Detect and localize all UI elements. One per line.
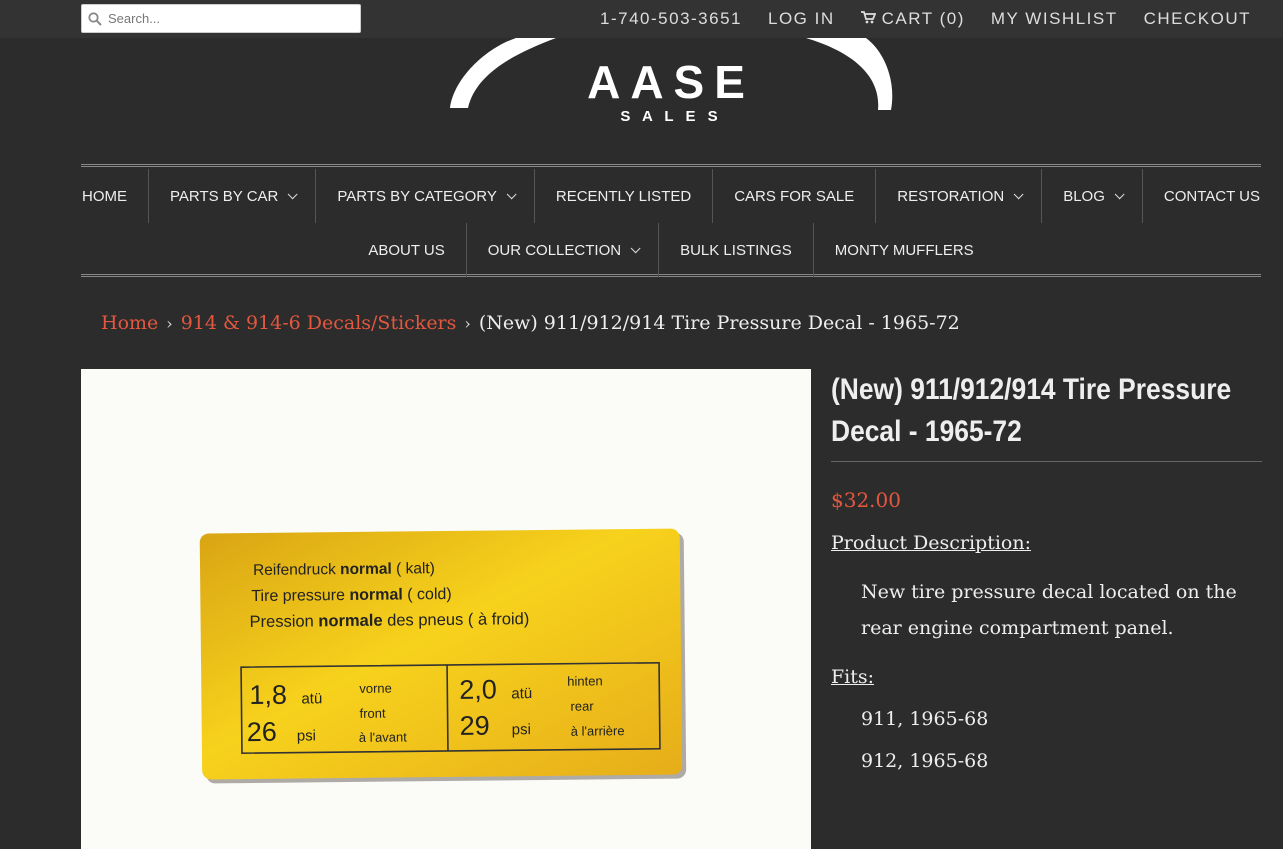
- nav-item-label: BLOG: [1063, 187, 1105, 205]
- svg-text:Tire pressure normal ( cold): Tire pressure normal ( cold): [251, 586, 452, 605]
- site-logo[interactable]: AASE S A L E S: [446, 38, 896, 133]
- nav-row-1: HOME PARTS BY CAR PARTS BY CATEGORY RECENTL…: [81, 169, 1261, 223]
- nav-item-about-us[interactable]: ABOUT US: [347, 223, 467, 277]
- breadcrumb: Home › 914 & 914-6 Decals/Stickers › (Ne…: [101, 312, 960, 334]
- svg-text:rear: rear: [570, 698, 594, 713]
- nav-item-parts-by-category[interactable]: PARTS BY CATEGORY: [316, 169, 535, 223]
- nav-item-label: OUR COLLECTION: [487, 241, 622, 259]
- nav-item-label: RESTORATION: [897, 187, 1005, 205]
- cart-count: (0): [939, 9, 965, 28]
- chevron-down-icon: [1114, 188, 1125, 199]
- nav-item-restoration[interactable]: RESTORATION: [876, 169, 1043, 223]
- nav-item-label: CONTACT US: [1163, 187, 1261, 205]
- login-link[interactable]: LOG IN: [768, 9, 835, 29]
- nav-item-label: CARS FOR SALE: [734, 187, 855, 205]
- breadcrumb-category[interactable]: 914 & 914-6 Decals/Stickers: [181, 312, 457, 334]
- description-heading: Product Description:: [831, 532, 1032, 554]
- svg-text:front: front: [359, 706, 386, 721]
- logo-text: AASE: [587, 56, 755, 108]
- fits-heading: Fits:: [831, 666, 875, 688]
- svg-text:à l'avant: à l'avant: [359, 729, 408, 745]
- chevron-down-icon: [506, 188, 517, 199]
- svg-text:atü: atü: [511, 685, 532, 702]
- nav-item-label: HOME: [82, 187, 127, 205]
- checkout-link[interactable]: CHECKOUT: [1144, 9, 1251, 29]
- cart-icon: [860, 9, 876, 29]
- wishlist-link[interactable]: MY WISHLIST: [991, 9, 1118, 29]
- search-input[interactable]: [108, 11, 353, 26]
- nav-item-parts-by-car[interactable]: PARTS BY CAR: [149, 169, 317, 223]
- nav-item-label: MONTY MUFFLERS: [834, 241, 974, 259]
- svg-text:psi: psi: [297, 727, 316, 744]
- nav-item-bulk-listings[interactable]: BULK LISTINGS: [659, 223, 814, 277]
- product-description: New tire pressure decal located on the r…: [861, 581, 1237, 639]
- product-title: (New) 911/912/914 Tire Pressure Decal - …: [831, 369, 1263, 462]
- nav-item-our-collection[interactable]: OUR COLLECTION: [467, 223, 660, 277]
- product-price: $32.00: [831, 488, 901, 512]
- cart-label: CART: [881, 9, 934, 28]
- top-links: 1-740-503-3651 LOG IN CART (0) MY WISHLI…: [600, 0, 1251, 38]
- nav-item-label: PARTS BY CAR: [170, 187, 279, 205]
- top-bar: 1-740-503-3651 LOG IN CART (0) MY WISHLI…: [0, 0, 1283, 38]
- svg-text:Reifendruck normal ( kalt): Reifendruck normal ( kalt): [253, 560, 435, 579]
- search-icon[interactable]: [82, 4, 108, 33]
- nav-item-recently-listed[interactable]: RECENTLY LISTED: [535, 169, 714, 223]
- nav-item-label: ABOUT US: [368, 241, 445, 259]
- chevron-down-icon: [288, 188, 298, 199]
- product-image[interactable]: Reifendruck normal ( kalt) Tire pressure…: [81, 369, 811, 849]
- product-info: (New) 911/912/914 Tire Pressure Decal - …: [831, 369, 1263, 772]
- nav-item-label: BULK LISTINGS: [680, 241, 792, 259]
- svg-text:hinten: hinten: [567, 673, 603, 688]
- main-nav: HOME PARTS BY CAR PARTS BY CATEGORY RECENTL…: [81, 164, 1261, 277]
- svg-text:26: 26: [247, 717, 277, 747]
- search-box[interactable]: [81, 4, 361, 33]
- chevron-down-icon: [1013, 188, 1024, 199]
- nav-item-label: RECENTLY LISTED: [555, 187, 692, 205]
- svg-text:29: 29: [460, 711, 490, 741]
- svg-text:vorne: vorne: [359, 681, 392, 696]
- nav-item-contact-us[interactable]: CONTACT US: [1143, 169, 1281, 223]
- svg-text:2,0: 2,0: [459, 674, 497, 704]
- svg-text:Pression normale des pneus ( à: Pression normale des pneus ( à froid): [250, 610, 530, 631]
- svg-text:à l'arrière: à l'arrière: [571, 723, 625, 739]
- breadcrumb-current: (New) 911/912/914 Tire Pressure Decal - …: [478, 312, 960, 334]
- svg-text:atü: atü: [301, 690, 322, 707]
- nav-item-monty-mufflers[interactable]: MONTY MUFFLERS: [814, 223, 995, 277]
- fits-item: 911, 1965-68: [861, 708, 989, 730]
- cart-link[interactable]: CART (0): [860, 9, 965, 29]
- chevron-down-icon: [630, 242, 641, 253]
- chevron-right-icon: ›: [464, 313, 471, 333]
- nav-item-label: PARTS BY CATEGORY: [337, 187, 497, 205]
- logo-subtext: S A L E S: [620, 108, 721, 125]
- chevron-right-icon: ›: [166, 313, 173, 333]
- nav-row-2: ABOUT US OUR COLLECTION BULK LISTINGS MONTY…: [81, 223, 1261, 277]
- breadcrumb-home[interactable]: Home: [101, 312, 158, 334]
- svg-text:1,8: 1,8: [249, 680, 287, 710]
- nav-item-blog[interactable]: BLOG: [1042, 169, 1143, 223]
- nav-item-cars-for-sale[interactable]: CARS FOR SALE: [713, 169, 877, 223]
- fits-item: 912, 1965-68: [861, 750, 989, 772]
- phone-link[interactable]: 1-740-503-3651: [600, 9, 742, 29]
- nav-item-home[interactable]: HOME: [61, 169, 149, 223]
- svg-text:psi: psi: [512, 721, 531, 738]
